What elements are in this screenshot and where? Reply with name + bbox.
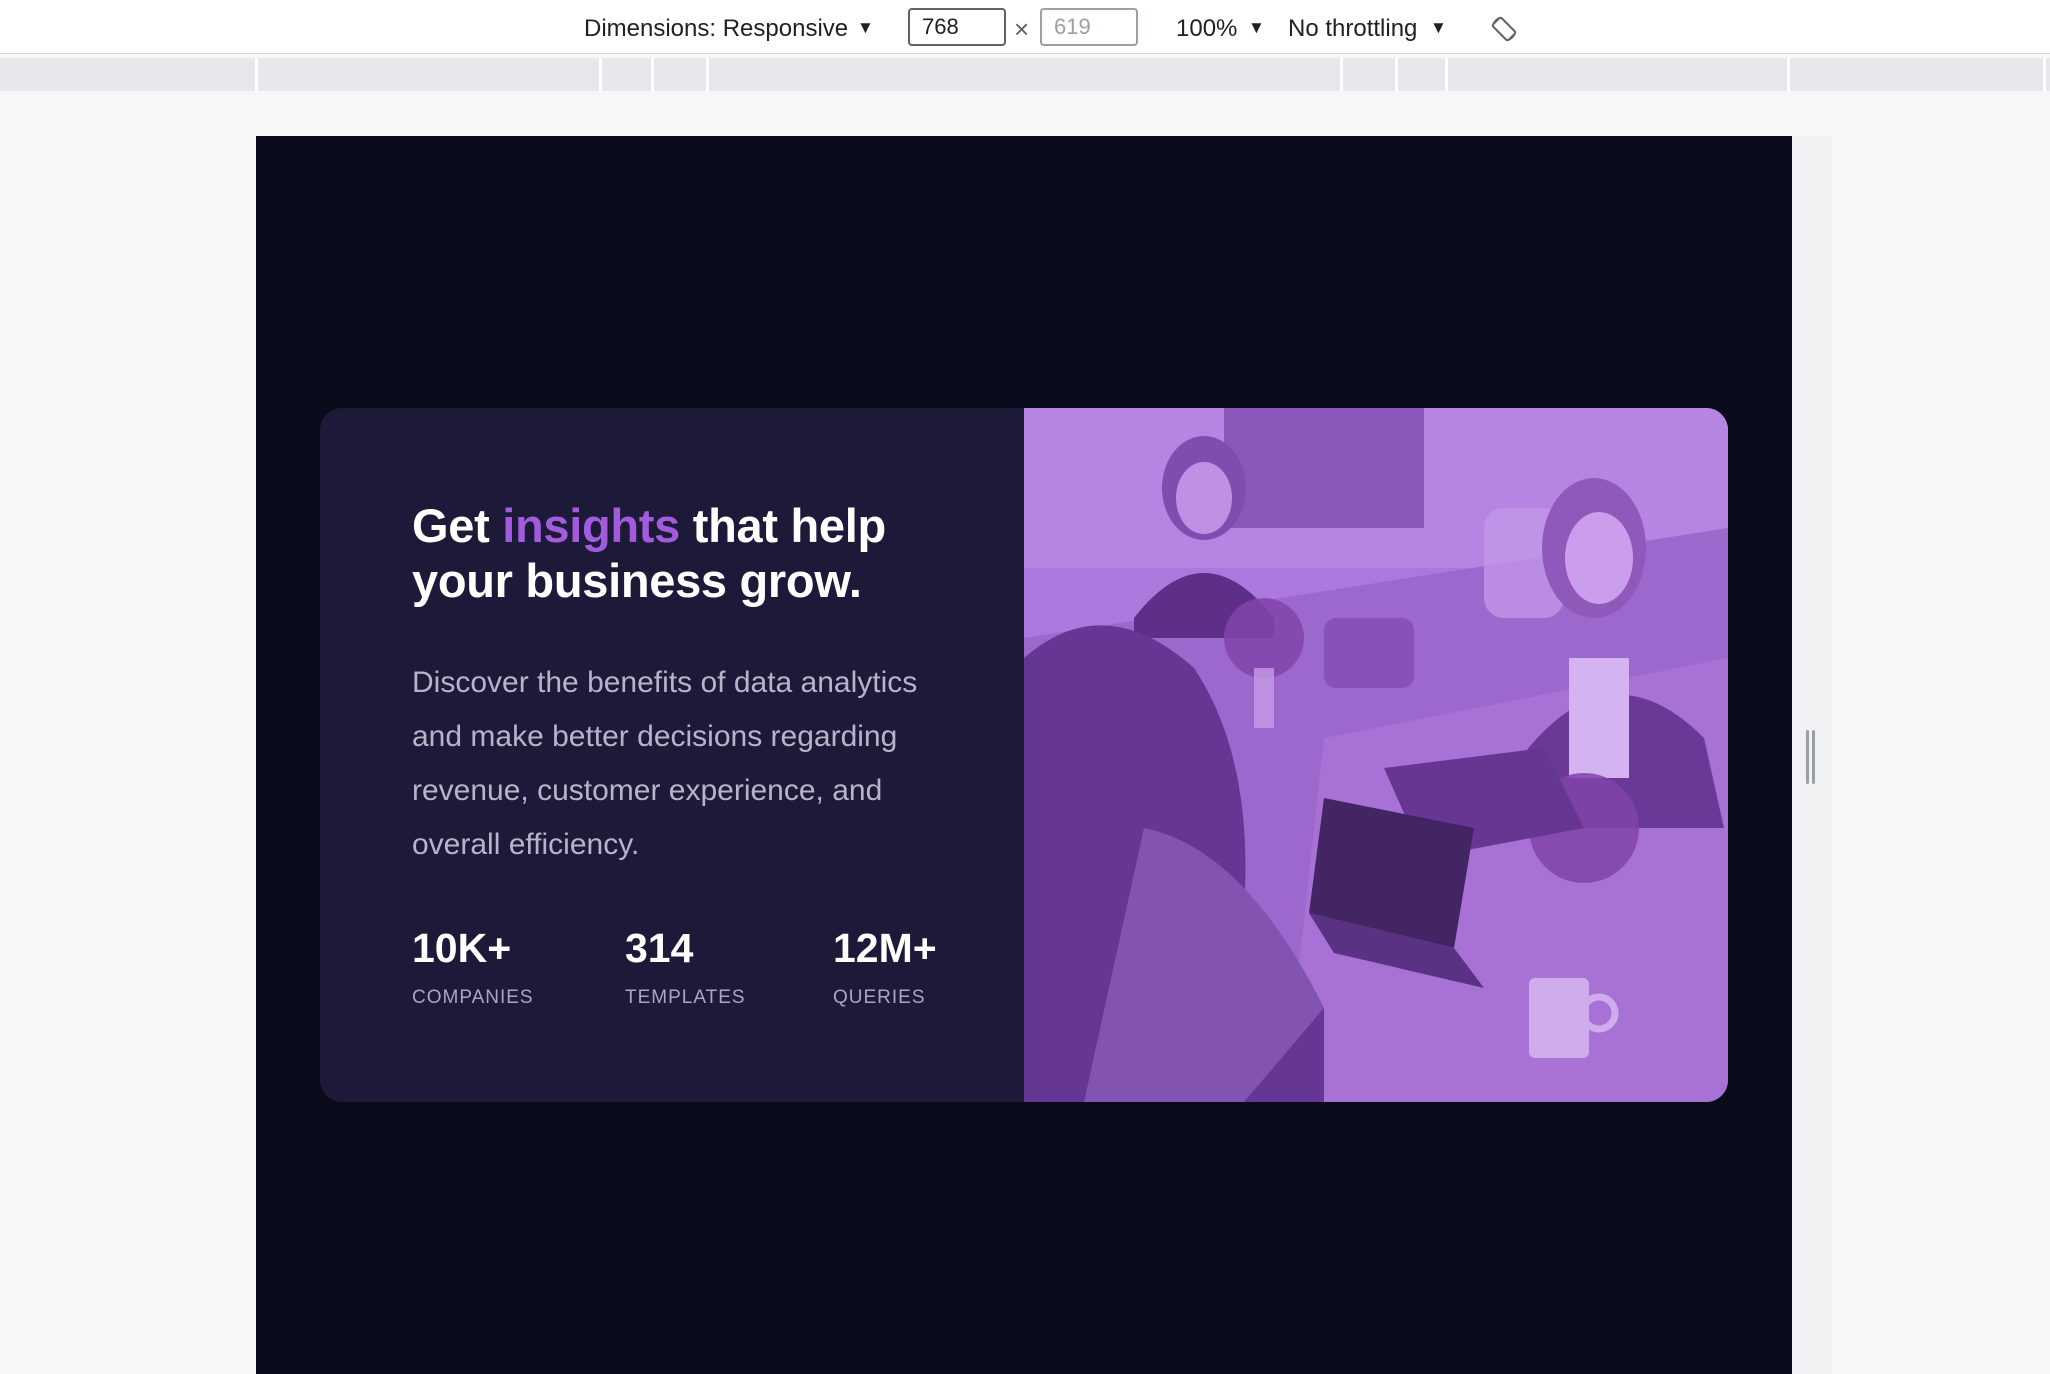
stat-value: 314 (625, 925, 694, 971)
card-headline: Get insights that help your business gro… (412, 498, 972, 608)
office-team-photo (1024, 408, 1728, 1102)
rotate-icon[interactable] (1490, 15, 1518, 43)
zoom-dropdown-caret-icon[interactable]: ▼ (1248, 18, 1265, 38)
stat-companies: 10K+ COMPANIES (412, 924, 534, 1010)
ruler-segment[interactable] (709, 58, 1343, 91)
stat-value: 12M+ (833, 925, 937, 971)
card-description: Discover the benefits of data analytics … (412, 666, 918, 861)
devtools-device-toolbar: Dimensions: Responsive ▼ × 100% ▼ No thr… (0, 0, 2050, 54)
stat-value: 10K+ (412, 925, 512, 971)
throttling-dropdown-label[interactable]: No throttling (1288, 14, 1417, 44)
stat-label: QUERIES (833, 987, 926, 1008)
ruler-segment[interactable] (1448, 58, 1790, 91)
zoom-dropdown-label[interactable]: 100% (1176, 14, 1237, 44)
ruler-segment[interactable] (1398, 58, 1448, 91)
headline-part: Get (412, 499, 503, 552)
viewport-height-input[interactable] (1040, 8, 1138, 46)
stat-templates: 314 TEMPLATES (625, 924, 746, 1010)
stat-label: COMPANIES (412, 987, 534, 1008)
ruler-segment[interactable] (1790, 58, 2046, 91)
media-query-ruler[interactable] (0, 58, 2050, 91)
dimensions-dropdown-label[interactable]: Dimensions: Responsive (584, 14, 848, 44)
ruler-segment[interactable] (0, 58, 258, 91)
viewport-width-input[interactable] (908, 8, 1006, 46)
card-text-panel: Get insights that help your business gro… (320, 408, 1024, 1102)
headline-accent-word: insights (502, 499, 680, 552)
ruler-segment[interactable] (258, 58, 602, 91)
throttling-dropdown-caret-icon[interactable]: ▼ (1430, 18, 1447, 38)
dimensions-dropdown-caret-icon[interactable]: ▼ (857, 18, 874, 38)
stats-preview-card: Get insights that help your business gro… (320, 408, 1728, 1102)
viewport-resize-handle-icon[interactable] (1806, 730, 1816, 784)
stat-queries: 12M+ QUERIES (833, 924, 937, 1010)
stat-label: TEMPLATES (625, 987, 746, 1008)
ruler-segment[interactable] (1343, 58, 1398, 91)
ruler-segment[interactable] (602, 58, 654, 91)
dimension-separator-icon: × (1014, 14, 1030, 44)
ruler-segment[interactable] (654, 58, 709, 91)
